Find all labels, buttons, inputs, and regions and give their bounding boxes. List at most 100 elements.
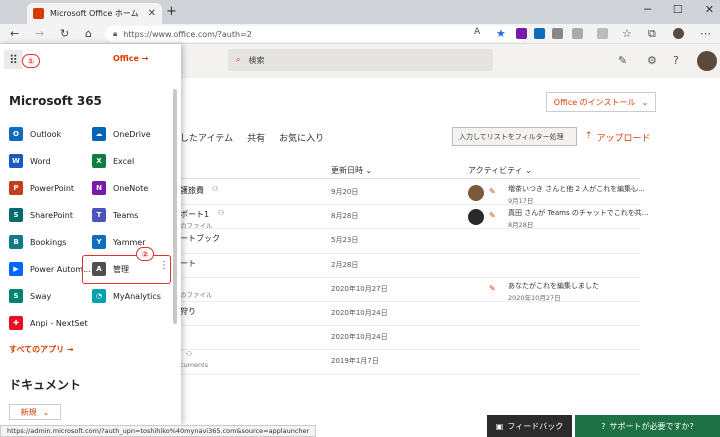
file-name[interactable]: ポート1 (180, 209, 209, 220)
app-anpi[interactable]: ✚ Anpi - NextSet (9, 314, 88, 332)
sway-icon: S (9, 289, 23, 303)
address-bar[interactable]: 🔒︎ https://www.office.com/?auth=2 (105, 26, 525, 42)
activity-text: あなたがこれを編集しました (508, 281, 599, 290)
forward-icon[interactable]: → (35, 27, 44, 40)
annotation-marker-2: ② (136, 247, 154, 261)
myanalytics-icon: ◔ (92, 289, 106, 303)
app-label: Excel (113, 156, 135, 166)
row-more-icon[interactable]: ⋯ (630, 209, 639, 219)
avatar[interactable] (697, 51, 717, 71)
tab-close-icon[interactable]: ✕ (148, 8, 156, 19)
new-document-button[interactable]: 新規 ⌄ (9, 404, 61, 420)
anpi-icon: ✚ (9, 316, 23, 330)
favorite-star-icon[interactable]: ★ (496, 27, 506, 40)
filter-input[interactable]: 入力してリストをフィルター処理 (452, 127, 577, 146)
extension-icon[interactable] (552, 28, 563, 39)
outlook-extension-icon[interactable] (534, 28, 545, 39)
feedback-header-icon[interactable]: ✎ (618, 54, 627, 67)
word-icon: W (9, 154, 23, 168)
file-name[interactable]: 狩り (180, 306, 196, 317)
file-name[interactable]: ートブック (180, 233, 220, 244)
app-onenote[interactable]: N OneNote (92, 179, 148, 197)
column-header-activity[interactable]: アクティビティ ⌄ (468, 165, 532, 176)
file-name[interactable]: ート (180, 258, 196, 269)
divider (180, 178, 640, 179)
install-office-button[interactable]: Office のインストール ⌄ (546, 92, 656, 112)
feedback-icon: ▣ (495, 421, 504, 431)
app-powerpoint[interactable]: P PowerPoint (9, 179, 74, 197)
maximize-icon[interactable]: ☐ (673, 3, 683, 16)
column-header-modified[interactable]: 更新日時 ⌄ (331, 165, 372, 176)
app-launcher-waffle-icon[interactable]: ⠿ (4, 50, 23, 69)
minimize-icon[interactable]: ─ (644, 3, 651, 16)
upload-button[interactable]: ⇡ アップロード (585, 131, 651, 144)
home-icon[interactable]: ⌂ (85, 27, 92, 40)
file-location: のファイル (180, 290, 213, 299)
help-icon[interactable]: ? (673, 54, 679, 67)
search-box[interactable]: ⌕ 検索 (228, 49, 493, 71)
gear-icon[interactable]: ⚙ (647, 54, 657, 67)
app-sharepoint[interactable]: S SharePoint (9, 206, 73, 224)
launcher-title: Microsoft 365 (9, 94, 102, 108)
table-row-divider (180, 373, 640, 375)
tab-recent[interactable]: したアイテム (180, 131, 233, 144)
yammer-icon: Y (92, 235, 106, 249)
app-teams[interactable]: T Teams (92, 206, 138, 224)
app-myanalytics[interactable]: ◔ MyAnalytics (92, 287, 161, 305)
app-outlook[interactable]: O Outlook (9, 125, 61, 143)
reader-icon[interactable]: A (474, 27, 480, 37)
file-location: cuments (180, 361, 209, 370)
all-apps-link[interactable]: すべてのアプリ → (9, 344, 74, 355)
app-excel[interactable]: X Excel (92, 152, 134, 170)
app-sway[interactable]: S Sway (9, 287, 51, 305)
app-word[interactable]: W Word (9, 152, 51, 170)
profile-icon[interactable] (673, 28, 684, 39)
shared-icon: ⚇ (218, 209, 225, 218)
more-options-icon[interactable]: ⋮ (159, 260, 169, 271)
teams-icon: T (92, 208, 106, 222)
tab-shared[interactable]: 共有 (247, 131, 265, 144)
avatar (468, 209, 484, 226)
collections-icon[interactable]: ⧉ (648, 27, 656, 41)
app-onedrive[interactable]: ☁ OneDrive (92, 125, 151, 143)
table-row-divider (180, 349, 640, 351)
power-automate-icon: ▶ (9, 262, 23, 276)
panel-scrollbar[interactable] (173, 89, 177, 324)
back-icon[interactable]: ← (10, 27, 19, 40)
outlook-icon: O (9, 127, 23, 141)
office-link[interactable]: Office → (113, 54, 148, 63)
favorites-icon[interactable]: ☆ (622, 27, 632, 40)
install-office-label: Office のインストール (553, 97, 636, 107)
file-name[interactable]: 護旅費 (180, 185, 204, 196)
extension2-icon[interactable] (572, 28, 583, 39)
app-label: OneDrive (113, 129, 151, 139)
file-modified-date: 9月20日 (331, 188, 359, 196)
file-modified-date: 5月23日 (331, 236, 359, 245)
browser-tab[interactable]: Microsoft Office ホーム ✕ (27, 3, 162, 24)
edit-pencil-icon: ✎ (489, 187, 496, 196)
window-controls: ─ ☐ ✕ (644, 3, 714, 16)
app-label: Word (30, 156, 51, 166)
support-button[interactable]: ? サポートが必要ですか? (575, 415, 720, 437)
app-label: Anpi - NextSet (30, 318, 88, 328)
file-modified-date: 2020年10月27日 (331, 284, 388, 293)
tab-favorites[interactable]: お気に入り (279, 131, 324, 144)
app-bookings[interactable]: B Bookings (9, 233, 66, 251)
feedback-button[interactable]: ▣ フィードバック (487, 415, 572, 437)
extension3-icon[interactable] (597, 28, 608, 39)
window-close-icon[interactable]: ✕ (705, 3, 714, 16)
more-icon[interactable]: ⋯ (700, 27, 711, 40)
feedback-label: フィードバック (507, 421, 564, 431)
onenote-extension-icon[interactable] (516, 28, 527, 39)
activity-text: 真田 さんが Teams のチャットでこれを共... (508, 209, 649, 218)
row-more-icon[interactable]: ⋯ (630, 185, 639, 195)
app-label: PowerPoint (30, 183, 75, 193)
app-power-automate[interactable]: ▶ Power Autom... (9, 260, 91, 278)
chevron-down-icon: ⌄ (42, 407, 50, 417)
chevron-down-icon: ⌄ (641, 97, 649, 107)
new-tab-icon[interactable]: + (166, 4, 177, 19)
refresh-icon[interactable]: ↻ (60, 27, 69, 40)
app-label: Sway (30, 291, 52, 301)
file-modified-date: 2020年10月24日 (331, 309, 388, 317)
upload-label: アップロード (596, 134, 651, 144)
